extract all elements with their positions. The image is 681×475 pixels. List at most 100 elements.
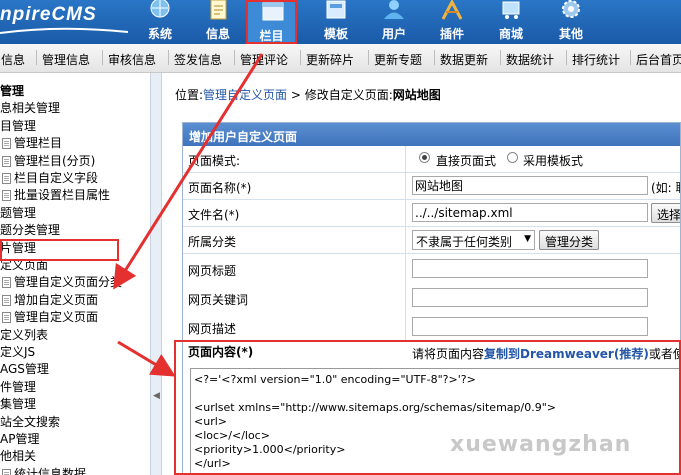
submenu-item[interactable]: 数据统计 (506, 51, 554, 68)
tree-label: AGS管理 (0, 362, 49, 377)
radio-template-label: 采用模板式 (523, 154, 584, 168)
radio-template[interactable] (507, 152, 518, 163)
category-select-value: 不隶属于任何类别 (416, 235, 513, 249)
tree-label: 集管理 (0, 397, 37, 412)
watermark: xuewangzhan (450, 432, 632, 457)
submenu-item[interactable]: 管理评论 (240, 51, 288, 68)
tree-label: 目管理 (0, 118, 37, 133)
submenu-item[interactable]: 排行统计 (572, 51, 620, 68)
tree-leaf[interactable]: 栏目自定义字段 (2, 169, 98, 186)
tree-leaf[interactable]: 增加自定义页面 (2, 291, 98, 308)
tree-folder[interactable]: AP管理 (0, 430, 39, 447)
tree-folder[interactable]: 息相关管理 (0, 99, 60, 116)
tree-folder[interactable]: 定义JS (0, 343, 35, 360)
tree-label: 定义JS (0, 345, 36, 359)
collapse-arrow-icon[interactable]: ◀ (153, 391, 160, 401)
panel-splitter[interactable]: ◀ (150, 73, 162, 475)
row-page-name: 页面名称(*) (如: 联 (183, 173, 680, 200)
submenu-divider (630, 50, 631, 65)
sub-menu: 信息 管理信息 审核信息 签发信息 管理评论 更新碎片 更新专题 数据更新 数据统计 排行统计 后台… (0, 44, 681, 73)
breadcrumb-current: 网站地图 (392, 88, 441, 102)
document-icon (2, 138, 11, 150)
template-icon (326, 0, 346, 19)
breadcrumb-link[interactable]: 管理自定义页面 (203, 88, 287, 102)
tree-folder[interactable]: 站全文搜索 (0, 413, 60, 430)
submenu-divider (36, 50, 37, 65)
document-icon (2, 277, 11, 289)
submenu-item[interactable]: 信息 (1, 51, 25, 68)
radio-direct[interactable] (419, 152, 430, 163)
category-select[interactable]: 不隶属于任何类别 ▼ (412, 230, 535, 250)
page-name-input[interactable] (412, 176, 648, 195)
document-icon (2, 173, 11, 184)
submenu-item[interactable]: 更新专题 (374, 51, 422, 68)
chevron-down-icon: ▼ (524, 234, 531, 244)
form-title: 增加用户自定义页面 (189, 130, 298, 144)
breadcrumb-sep: > (287, 88, 305, 102)
description-label: 网页描述 (188, 322, 237, 336)
submenu-divider (566, 50, 567, 65)
tree-leaf[interactable]: 管理自定义页面 (2, 308, 98, 325)
tree-label: 息相关管理 (0, 101, 61, 116)
file-label: 文件名(*) (188, 208, 240, 222)
tree-folder[interactable]: AGS管理 (0, 360, 49, 377)
category-label: 所属分类 (188, 235, 237, 249)
submenu-item[interactable]: 后台首页 (636, 51, 681, 68)
choose-file-button[interactable]: 选择 (651, 203, 680, 223)
tree-folder[interactable]: 集管理 (0, 395, 36, 412)
nav-shop[interactable]: 商城 (487, 0, 535, 44)
page-name-hint: (如: 联 (651, 181, 680, 195)
tree-leaf[interactable]: 管理栏目 (2, 134, 62, 151)
tree-label: 题分类管理 (0, 223, 61, 238)
document-icon (2, 155, 11, 167)
tree-leaf[interactable]: 管理栏目(分页) (2, 152, 95, 169)
tree-label: 站全文搜索 (0, 414, 61, 429)
submenu-item[interactable]: 数据更新 (440, 51, 488, 68)
tree-folder[interactable]: 件管理 (0, 378, 36, 395)
file-name-input[interactable] (412, 203, 648, 222)
nav-label: 用户 (381, 27, 406, 41)
submenu-item[interactable]: 审核信息 (108, 51, 156, 68)
tree-label: 定义列表 (0, 327, 49, 342)
tree-folder[interactable]: 目管理 (0, 117, 36, 134)
shop-icon (502, 1, 520, 19)
tree-folder[interactable]: 定义列表 (0, 326, 48, 343)
tree-folder[interactable]: 题管理 (0, 204, 36, 221)
tree-leaf[interactable]: 批量设置栏目属性 (2, 186, 110, 203)
submenu-item[interactable]: 更新碎片 (306, 51, 354, 68)
nav-other[interactable]: 其他 (547, 0, 595, 44)
user-icon (384, 0, 404, 19)
page-title-label: 网页标题 (188, 264, 237, 278)
submenu-divider (168, 50, 169, 65)
tree-label: 增加自定义页面 (14, 292, 99, 307)
plugin-icon (441, 0, 463, 20)
submenu-divider (102, 50, 103, 65)
nav-plugin[interactable]: 插件 (428, 0, 476, 44)
keywords-input[interactable] (412, 288, 648, 307)
nav-system[interactable]: 系统 (136, 0, 184, 44)
top-banner: npireCMS 系统 信息 栏目 模板 用户 插件 商城 其他 (0, 0, 681, 44)
nav-user[interactable]: 用户 (370, 0, 418, 44)
nav-template[interactable]: 模板 (312, 0, 360, 44)
row-file-name: 文件名(*) 选择 (183, 200, 680, 227)
notepad-icon (210, 0, 227, 20)
description-input[interactable] (412, 317, 648, 336)
row-page-mode: 页面模式: 直接页面式 采用模板式 (183, 146, 680, 173)
submenu-item[interactable]: 管理信息 (42, 51, 90, 68)
tree-label: 管理 (0, 84, 25, 98)
tree-folder[interactable]: 他相关 (0, 447, 36, 464)
nav-info[interactable]: 信息 (194, 0, 242, 44)
nav-label: 插件 (439, 27, 464, 41)
tree-leaf[interactable]: 统计信息数据 (2, 465, 86, 475)
page-title-input[interactable] (412, 259, 648, 278)
manage-category-button[interactable]: 管理分类 (539, 230, 600, 250)
tree-folder[interactable]: 管理 (0, 82, 24, 99)
tree-label: 他相关 (0, 449, 37, 464)
nav-column[interactable]: 栏目 (246, 0, 297, 44)
tree-leaf[interactable]: 管理自定义页面分类 (2, 273, 122, 290)
breadcrumb-middle: 修改自定义页面: (304, 88, 393, 102)
tree-folder[interactable]: 题分类管理 (0, 221, 60, 238)
submenu-item[interactable]: 签发信息 (174, 51, 222, 68)
tree-label: 管理自定义页面分类 (14, 275, 123, 290)
logo-swoosh (0, 27, 129, 34)
